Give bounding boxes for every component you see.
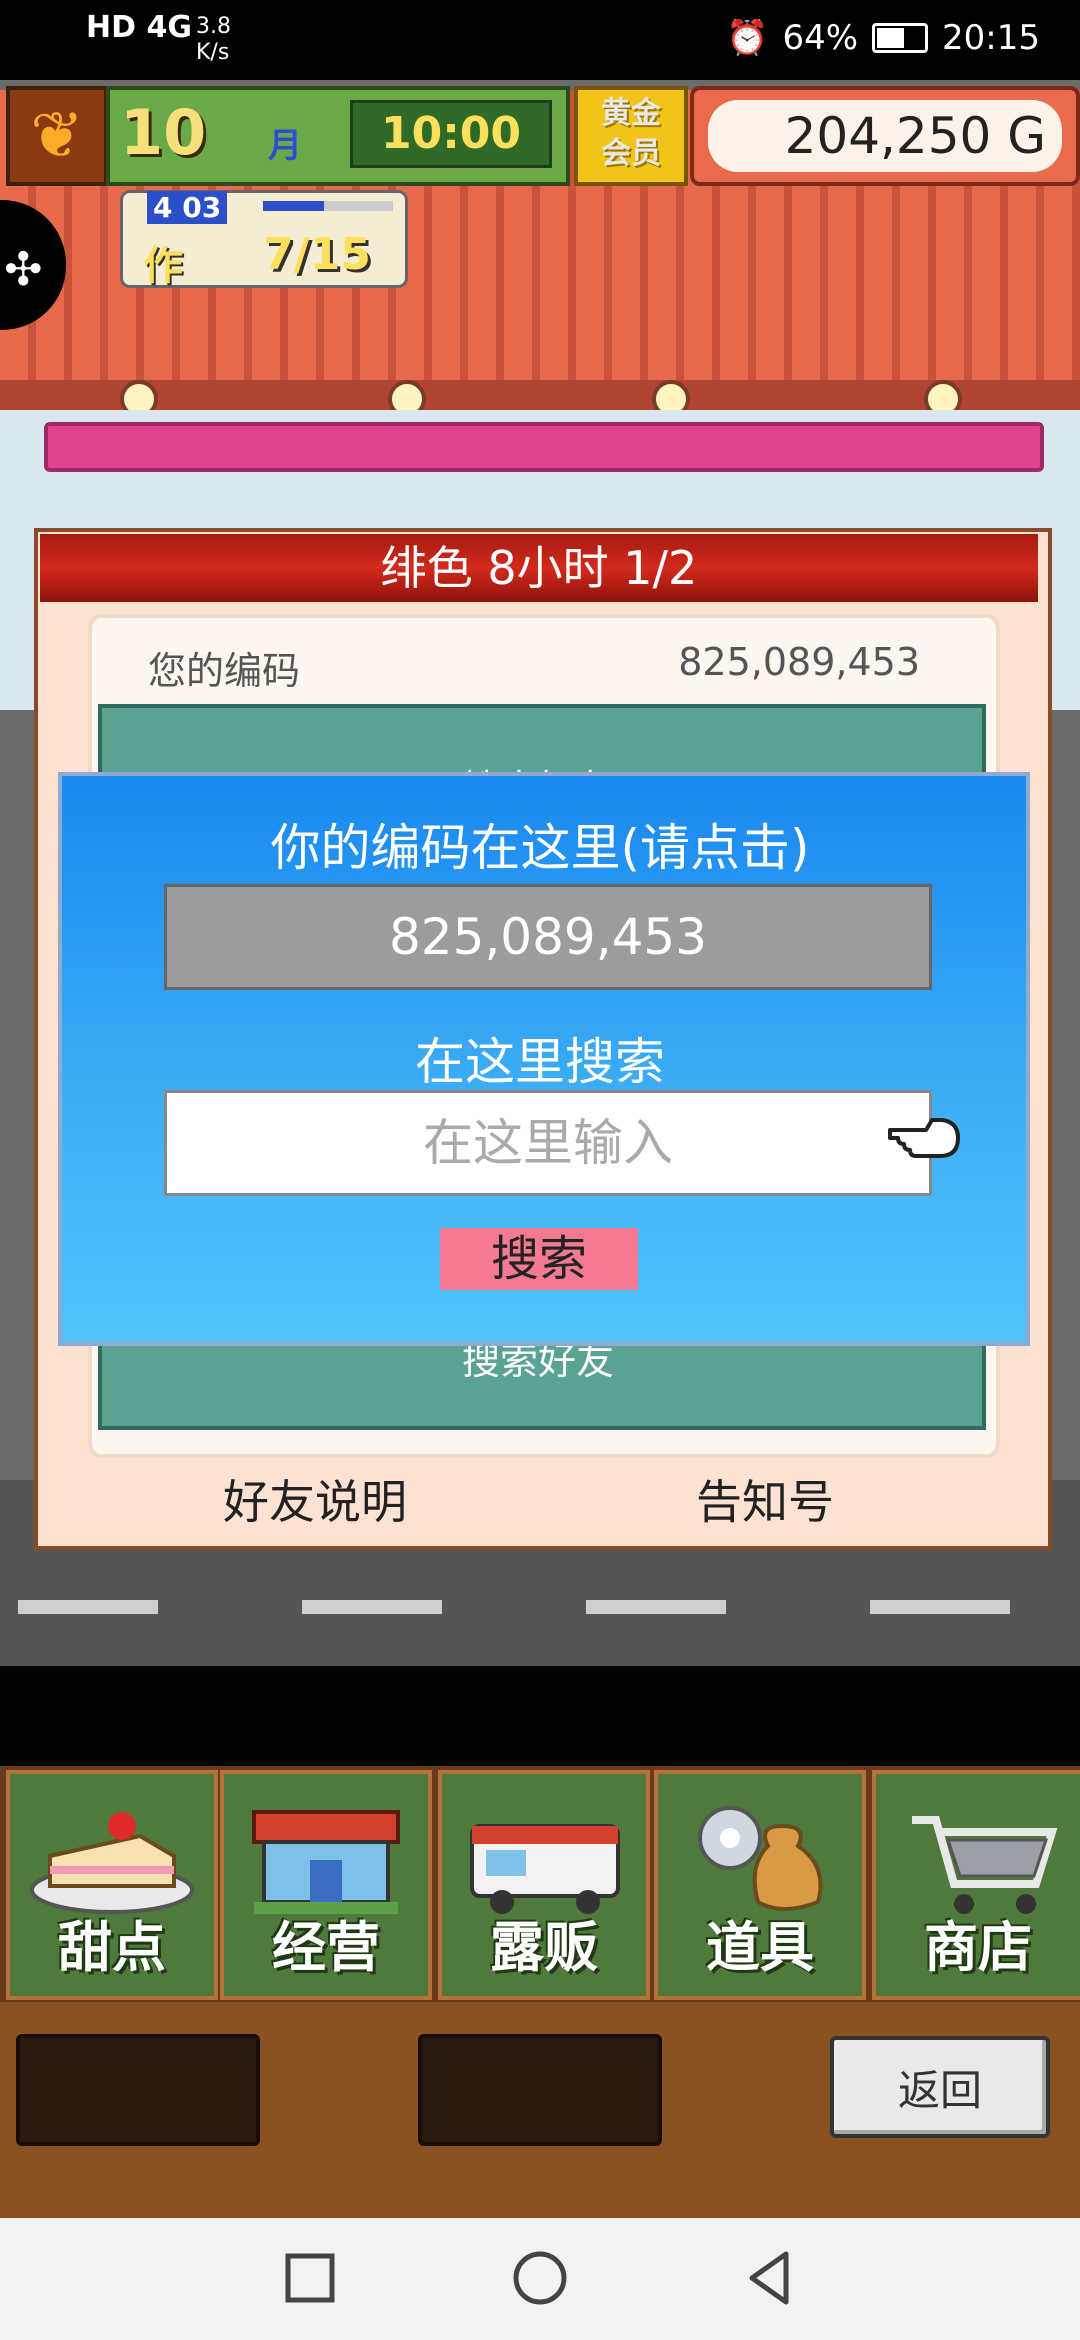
status-bar: HD 4G 3.8 K/s ⏰ 64% 20:15	[0, 0, 1080, 80]
money-value: 204,250 G	[708, 100, 1062, 172]
month-label: 月	[268, 126, 302, 166]
empty-slot	[418, 2034, 662, 2146]
work-progress[interactable]: 4 03 作 7/15	[120, 190, 408, 289]
gold-member-label: 黄金会员	[601, 96, 661, 171]
pointing-hand-icon	[888, 1118, 960, 1158]
my-code-box[interactable]: 825,089,453	[164, 884, 932, 990]
menu-label: 商店	[924, 1916, 1032, 1979]
road-dash	[586, 1600, 726, 1614]
puzzle-icon: ✣	[4, 242, 43, 296]
clock: 20:15	[942, 18, 1040, 58]
game-time: 10:00	[350, 100, 552, 168]
status-right: ⏰ 64% 20:15	[726, 18, 1040, 58]
battery-percent: 64%	[782, 18, 859, 58]
month-number: 10	[120, 96, 207, 169]
menu-label: 经营	[272, 1916, 380, 1979]
gold-member-badge[interactable]: 黄金会员	[574, 86, 688, 186]
road-dash	[18, 1600, 158, 1614]
progress-count: 7/15	[263, 229, 371, 280]
back-nav-icon[interactable]	[738, 2246, 802, 2310]
panel-title: 绯色 8小时 1/2	[40, 534, 1038, 602]
my-code-label: 您的编码	[148, 649, 301, 693]
empty-slot	[16, 2034, 260, 2146]
road-dash	[302, 1600, 442, 1614]
menu-item-manage[interactable]: 经营	[220, 1770, 432, 2000]
home-icon[interactable]	[508, 2246, 572, 2310]
search-button[interactable]: 搜索	[440, 1228, 638, 1290]
shop-awning	[44, 422, 1044, 472]
menu-item-items[interactable]: 道具	[654, 1770, 866, 2000]
search-label: 在这里搜索	[415, 1033, 665, 1091]
letterbox-gap	[0, 1666, 1080, 1766]
search-dialog-title: 你的编码在这里(请点击)	[270, 819, 810, 877]
roof-edge	[0, 380, 1080, 410]
menu-item-store[interactable]: 商店	[872, 1770, 1080, 2000]
road-dash	[870, 1600, 1010, 1614]
network-indicator: HD 4G	[86, 10, 192, 45]
season-leaf-icon: ❦	[6, 86, 108, 186]
progress-bar	[263, 201, 393, 211]
menu-item-stall[interactable]: 露贩	[438, 1770, 650, 2000]
menu-label: 道具	[706, 1916, 814, 1979]
notice-button[interactable]: 告知号	[600, 1466, 930, 1532]
progress-rank: 4 03	[147, 191, 228, 224]
my-code-value: 825,089,453	[678, 640, 920, 684]
friend-code-input[interactable]	[164, 1090, 932, 1196]
battery-icon	[872, 23, 929, 53]
menu-item-sweets[interactable]: 甜点	[6, 1770, 218, 2000]
money-panel: 204,250 G	[690, 86, 1080, 186]
progress-label: 作	[143, 243, 183, 289]
menu-label: 甜点	[58, 1916, 166, 1979]
friends-help-button[interactable]: 好友说明	[150, 1466, 480, 1532]
recent-apps-icon[interactable]	[278, 2246, 342, 2310]
back-button[interactable]: 返回	[830, 2036, 1050, 2138]
menu-label: 露贩	[490, 1916, 598, 1979]
alarm-icon: ⏰	[726, 18, 769, 58]
network-speed: 3.8 K/s	[196, 14, 231, 65]
